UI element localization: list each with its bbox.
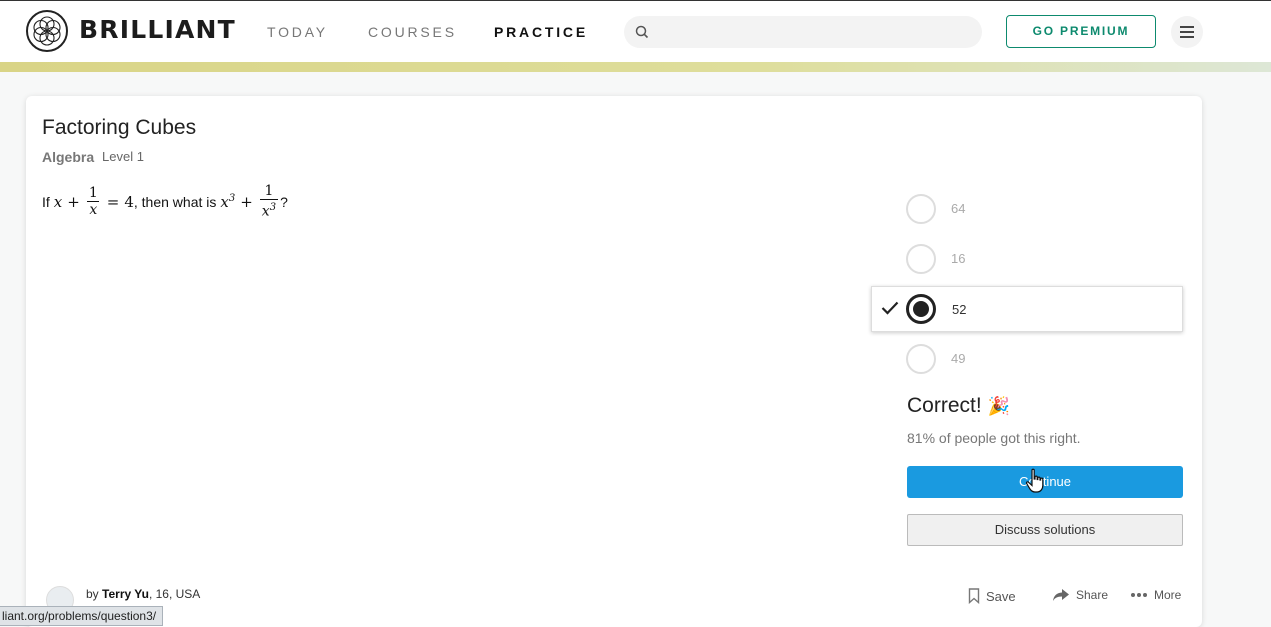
problem-title: Factoring Cubes	[42, 116, 197, 139]
answer-option[interactable]: 16	[871, 236, 1183, 282]
fraction-one-over-x-cubed: 1 x3	[259, 183, 279, 220]
question-prefix: If	[42, 194, 50, 210]
radio-button[interactable]	[906, 194, 936, 224]
question-plus: +	[67, 193, 80, 211]
author-by: by	[86, 587, 99, 601]
party-popper-icon: 🎉	[987, 396, 1010, 416]
status-bar-url: liant.org/problems/question3/	[0, 606, 164, 626]
share-arrow-icon	[1053, 589, 1069, 601]
answer-option-label: 49	[951, 351, 966, 366]
question-value: 4	[124, 193, 134, 211]
author-line: by Terry Yu, 16, USA	[86, 587, 200, 601]
result-heading: Correct! 🎉	[907, 394, 1010, 418]
discuss-solutions-button[interactable]: Discuss solutions	[907, 514, 1183, 546]
answer-option[interactable]: 64	[871, 186, 1183, 232]
fraction-numerator-2: 1	[264, 183, 274, 200]
checkmark-icon	[881, 301, 899, 315]
share-label: Share	[1076, 588, 1109, 602]
nav-practice[interactable]: PRACTICE	[494, 24, 588, 40]
subject-link[interactable]: Algebra	[42, 149, 94, 165]
question-plus-2: +	[240, 193, 253, 211]
answer-option-label: 16	[951, 251, 966, 266]
brilliant-logo-icon[interactable]	[26, 10, 68, 52]
question-var: x	[53, 193, 63, 211]
nav-today[interactable]: TODAY	[267, 24, 328, 40]
fraction-denominator: x	[87, 201, 100, 218]
hamburger-menu-icon[interactable]	[1171, 16, 1203, 48]
accent-stripe	[0, 62, 1271, 72]
fraction-one-over-x: 1 x	[87, 186, 100, 218]
question-text: If x + 1 x = 4 , then what is x3 + 1 x3 …	[42, 180, 288, 224]
nav-courses[interactable]: COURSES	[368, 24, 457, 40]
more-button[interactable]: More	[1130, 588, 1181, 602]
question-var-cubed: x3	[220, 193, 236, 211]
go-premium-button[interactable]: GO PREMIUM	[1006, 15, 1156, 48]
result-text: Correct!	[907, 394, 982, 417]
radio-button[interactable]	[906, 244, 936, 274]
fraction-numerator: 1	[88, 185, 98, 201]
brand-name[interactable]: BRILLIANT	[79, 15, 236, 44]
question-equals: =	[106, 193, 120, 211]
question-end: ?	[280, 194, 288, 210]
answer-option-label: 52	[952, 302, 967, 317]
success-rate-text: 81% of people got this right.	[907, 430, 1081, 446]
question-middle: , then what is	[133, 194, 217, 210]
answer-option[interactable]: 49	[871, 336, 1183, 382]
radio-button-selected[interactable]	[906, 294, 936, 324]
top-navigation-bar: BRILLIANT TODAY COURSES PRACTICE GO PREM…	[0, 0, 1271, 62]
search-input[interactable]	[624, 16, 982, 48]
more-dots-icon	[1131, 593, 1147, 597]
level-label: Level 1	[102, 149, 144, 164]
save-label: Save	[986, 588, 1016, 604]
bookmark-icon	[968, 588, 980, 604]
more-label: More	[1154, 588, 1182, 602]
author-details: , 16, USA	[148, 587, 201, 601]
radio-button[interactable]	[906, 344, 936, 374]
problem-card: Factoring Cubes Algebra Level 1 If x + 1…	[26, 96, 1202, 627]
share-button[interactable]: Share	[1052, 588, 1108, 602]
answer-option-label: 64	[951, 201, 966, 216]
hand-cursor-icon	[1025, 468, 1044, 493]
answer-option-selected[interactable]: 52	[871, 286, 1183, 332]
save-button[interactable]: Save	[968, 588, 1016, 604]
fraction-denominator-2: x3	[259, 199, 279, 220]
search-icon	[635, 25, 649, 39]
author-name[interactable]: Terry Yu	[102, 587, 149, 601]
continue-button[interactable]: Continue	[907, 466, 1183, 498]
